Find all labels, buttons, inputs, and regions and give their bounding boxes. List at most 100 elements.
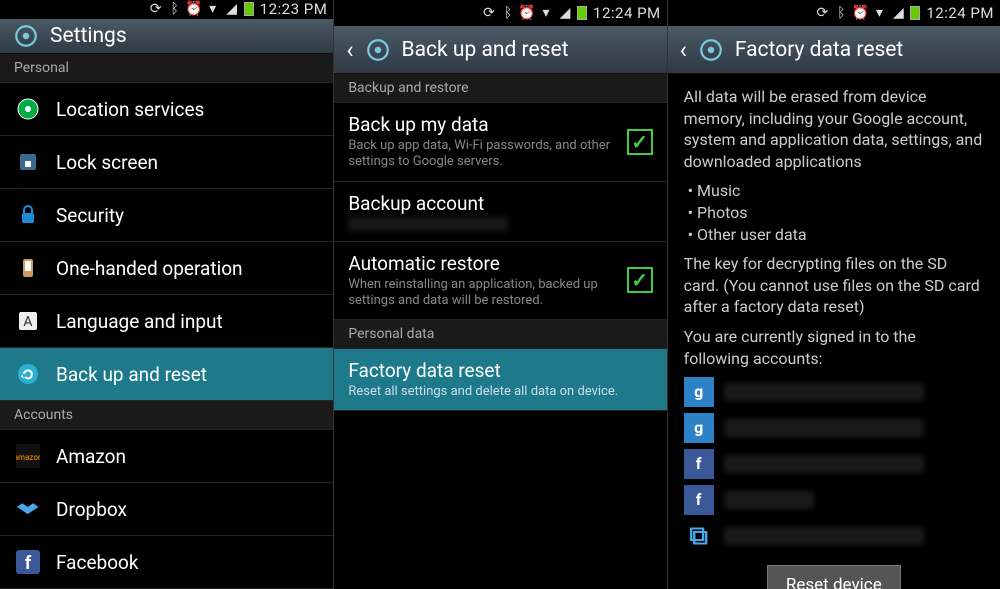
signal-icon: ◢ [225, 2, 239, 16]
language-icon: A [14, 307, 42, 335]
back-icon[interactable]: ‹ [346, 36, 353, 64]
bullet-item: Music [688, 180, 984, 202]
row-label: Automatic restore [348, 252, 616, 275]
reset-device-button[interactable]: Reset device [767, 565, 901, 589]
item-security[interactable]: Security [0, 189, 333, 242]
one-handed-icon [14, 254, 42, 282]
alarm-icon: ⏰ [853, 6, 867, 20]
section-accounts: Accounts [0, 401, 333, 430]
wifi-icon: ▾ [872, 6, 886, 20]
item-amazon[interactable]: amazon Amazon [0, 430, 333, 483]
wifi-icon: ▾ [539, 6, 553, 20]
bullet-item: Photos [688, 202, 984, 224]
account-row: ⧉ [684, 521, 984, 551]
item-backup-reset[interactable]: Back up and reset [0, 348, 333, 401]
row-label: Back up my data [348, 113, 616, 136]
section-personal-data: Personal data [334, 320, 666, 349]
battery-icon [244, 2, 254, 16]
redacted-account [724, 419, 924, 437]
row-desc: Reset all settings and delete all data o… [348, 384, 652, 400]
factory-reset-panel: ⟳ ᛒ ⏰ ▾ ◢ 12:24 PM ‹ Factory data reset … [667, 0, 1000, 589]
item-label: Dropbox [56, 498, 127, 521]
item-one-handed[interactable]: One-handed operation [0, 242, 333, 295]
account-row: g [684, 377, 984, 407]
wifi-icon: ▾ [206, 2, 220, 16]
checkbox[interactable] [627, 267, 653, 293]
account-row: f [684, 485, 984, 515]
clock: 12:23 PM [260, 0, 328, 18]
item-label: Language and input [56, 310, 223, 333]
item-label: Back up and reset [56, 363, 207, 386]
backup-reset-panel: ⟳ ᛒ ⏰ ▾ ◢ 12:24 PM ‹ Back up and reset B… [333, 0, 666, 589]
page-title: Settings [50, 24, 127, 48]
google-icon: g [684, 413, 714, 443]
row-desc: When reinstalling an application, backed… [348, 277, 616, 310]
row-label: Backup account [348, 192, 652, 215]
status-icons: ⟳ ᛒ ⏰ ▾ ◢ [149, 2, 254, 16]
location-icon [14, 95, 42, 123]
item-lock-screen[interactable]: Lock screen [0, 136, 333, 189]
status-icons: ⟳ ᛒ ⏰ ▾ ◢ [815, 6, 920, 20]
page-title: Factory data reset [735, 38, 903, 62]
google-icon: g [684, 377, 714, 407]
svg-text:f: f [25, 553, 32, 574]
row-backup-my-data[interactable]: Back up my data Back up app data, Wi-Fi … [334, 103, 666, 182]
signal-icon: ◢ [891, 6, 905, 20]
security-icon [14, 201, 42, 229]
row-label: Factory data reset [348, 359, 652, 382]
sync-icon: ⟳ [149, 2, 163, 16]
reset-content: All data will be erased from device memo… [668, 74, 1000, 589]
intro-text: All data will be erased from device memo… [684, 86, 984, 172]
item-label: Amazon [56, 445, 126, 468]
redacted-account [348, 217, 508, 231]
back-icon[interactable]: ‹ [680, 36, 687, 64]
section-backup-restore: Backup and restore [334, 74, 666, 103]
redacted-account [724, 383, 924, 401]
status-icons: ⟳ ᛒ ⏰ ▾ ◢ [482, 6, 587, 20]
settings-gear-icon [364, 36, 392, 64]
lock-screen-icon [14, 148, 42, 176]
svg-text:amazon: amazon [16, 453, 40, 462]
bluetooth-icon: ᛒ [501, 6, 515, 20]
status-bar: ⟳ ᛒ ⏰ ▾ ◢ 12:24 PM [334, 0, 666, 26]
alarm-icon: ⏰ [187, 2, 201, 16]
row-desc: Back up app data, Wi-Fi passwords, and o… [348, 138, 616, 171]
page-title: Back up and reset [402, 38, 569, 62]
item-label: Facebook [56, 551, 139, 574]
redacted-account [724, 455, 924, 473]
checkbox[interactable] [627, 129, 653, 155]
account-row: g [684, 413, 984, 443]
status-bar: ⟳ ᛒ ⏰ ▾ ◢ 12:24 PM [668, 0, 1000, 26]
backup-reset-icon [14, 360, 42, 388]
settings-gear-icon [12, 22, 40, 50]
account-list: g g f f ⧉ [684, 377, 984, 551]
item-facebook[interactable]: f Facebook [0, 536, 333, 589]
alarm-icon: ⏰ [520, 6, 534, 20]
item-language-input[interactable]: A Language and input [0, 295, 333, 348]
sync-icon: ⟳ [482, 6, 496, 20]
item-label: Lock screen [56, 151, 158, 174]
item-dropbox[interactable]: Dropbox [0, 483, 333, 536]
svg-text:A: A [23, 314, 32, 330]
bullet-list: Music Photos Other user data [688, 180, 984, 245]
item-label: Location services [56, 98, 204, 121]
facebook-icon: f [684, 485, 714, 515]
bullet-item: Other user data [688, 224, 984, 246]
row-automatic-restore[interactable]: Automatic restore When reinstalling an a… [334, 242, 666, 321]
redacted-account [724, 491, 814, 509]
settings-gear-icon [697, 36, 725, 64]
status-bar: ⟳ ᛒ ⏰ ▾ ◢ 12:23 PM [0, 0, 333, 19]
item-location-services[interactable]: Location services [0, 83, 333, 136]
redacted-account [724, 527, 924, 545]
battery-icon [577, 6, 587, 20]
row-backup-account[interactable]: Backup account [334, 182, 666, 242]
facebook-icon: f [684, 449, 714, 479]
item-label: One-handed operation [56, 257, 243, 280]
row-factory-data-reset[interactable]: Factory data reset Reset all settings an… [334, 349, 666, 411]
signed-in-text: You are currently signed in to the follo… [684, 326, 984, 369]
clock: 12:24 PM [593, 4, 661, 22]
facebook-icon: f [14, 548, 42, 576]
title-bar: ‹ Factory data reset [668, 26, 1000, 74]
account-row: f [684, 449, 984, 479]
item-label: Security [56, 204, 124, 227]
